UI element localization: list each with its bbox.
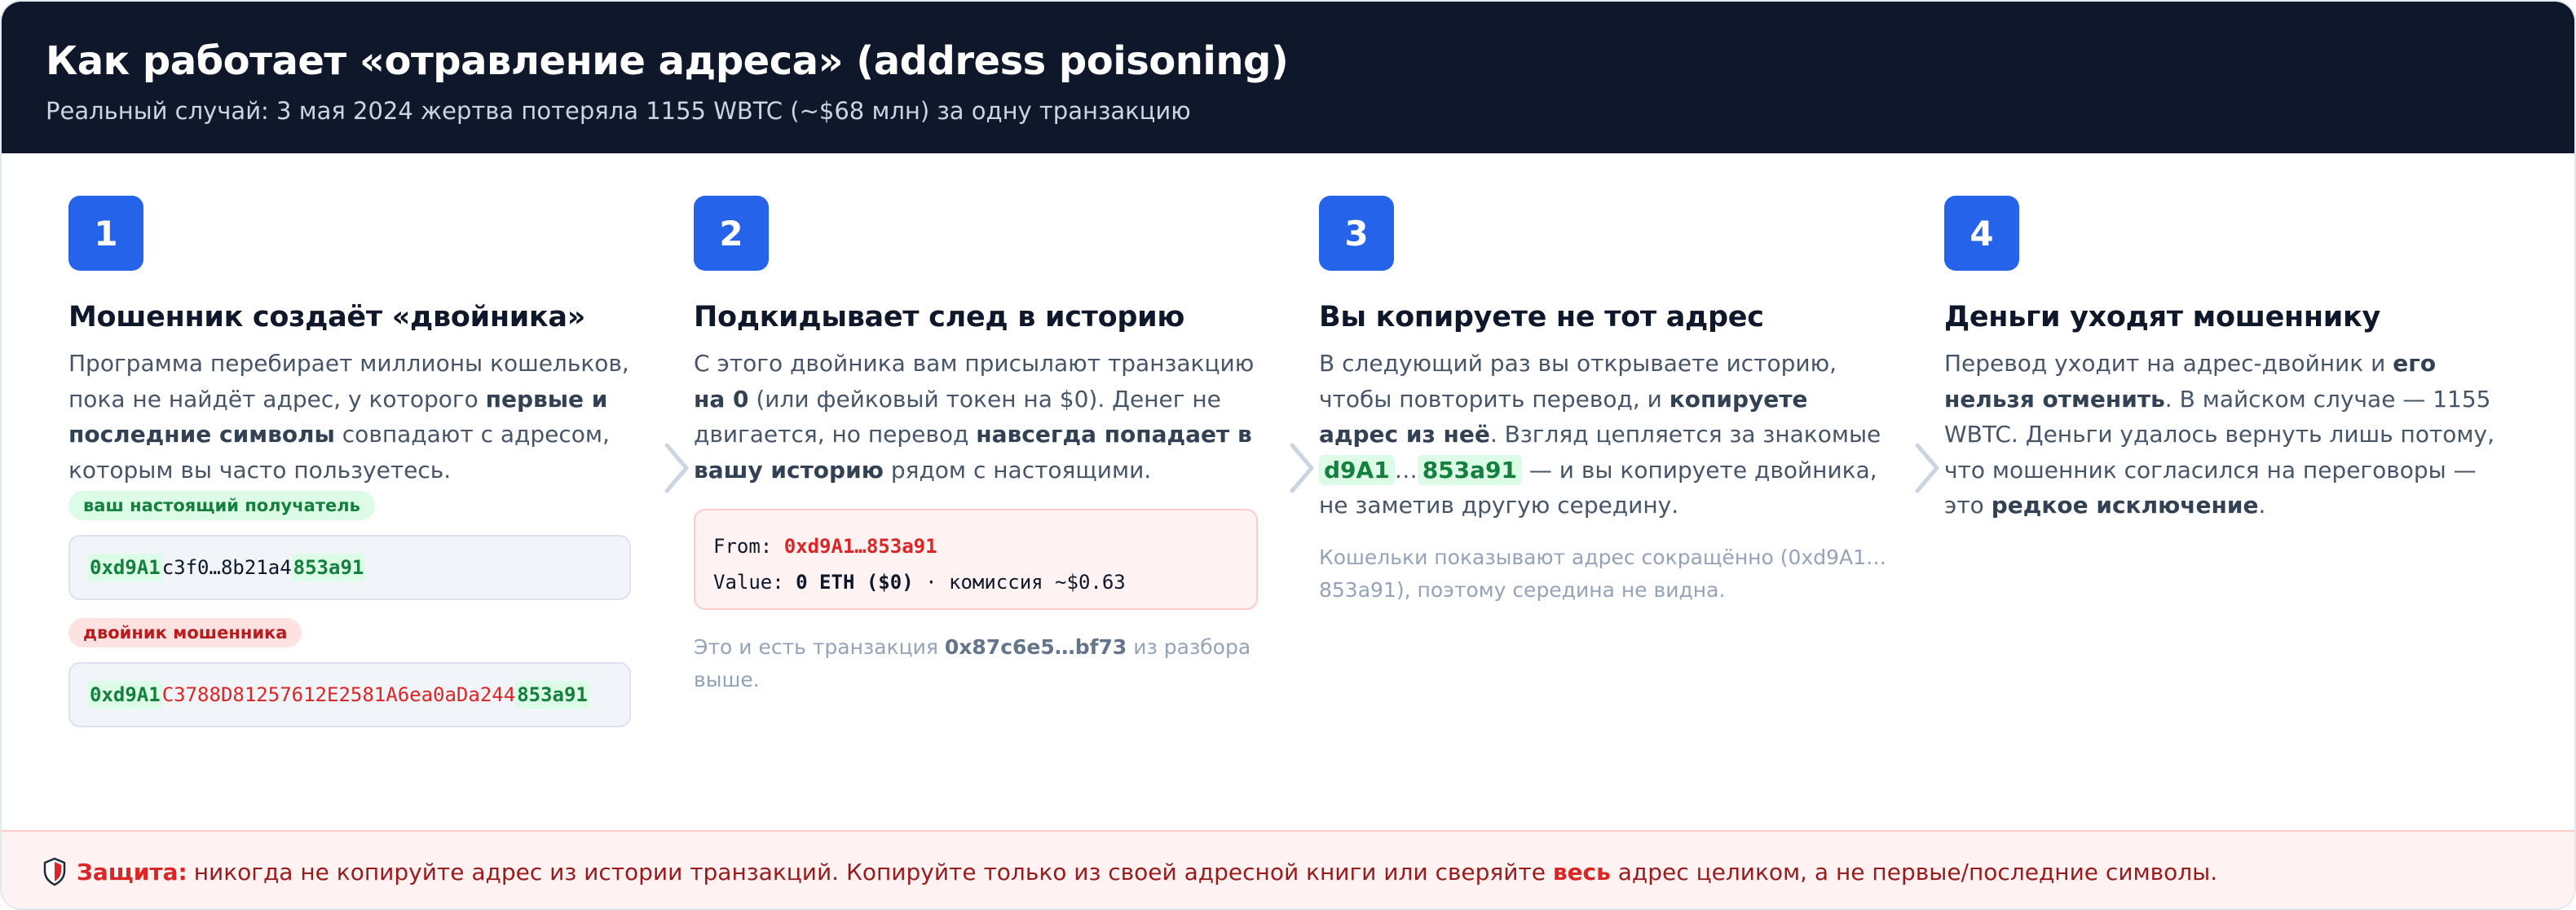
step-note: Кошельки показывают адрес сокращённо (0x… — [1319, 545, 1886, 602]
scammer-twin-tag: двойник мошенника — [68, 618, 302, 647]
step-title: Вы копируете не тот адрес — [1319, 301, 1764, 334]
step-number: 4 — [1944, 196, 2019, 271]
header: Как работает «отравление адреса» (addres… — [2, 2, 2574, 153]
address-prefix: 0xd9A1 — [88, 681, 162, 709]
step-1: 1 Мошенник создаёт «двойника» Программа … — [68, 196, 639, 727]
address-end-chip: 853a91 — [1417, 454, 1522, 485]
step-number: 3 — [1319, 196, 1394, 271]
address-prefix: 0xd9A1 — [88, 554, 162, 581]
address-middle: c3f0…8b21a4 — [161, 556, 292, 579]
tx-value-line: Value: 0 ETH ($0) · комиссия ~$0.63 — [713, 571, 1126, 594]
shield-icon — [43, 857, 66, 886]
step-number: 2 — [694, 196, 769, 271]
chevron-right-icon — [1915, 443, 1939, 493]
step-note: Это и есть транзакция 0x87c6e5…bf73 из р… — [694, 635, 1251, 691]
page-title: Как работает «отравление адреса» (addres… — [46, 38, 1289, 84]
step-2: 2 Подкидывает след в историю С этого дво… — [694, 196, 1264, 696]
protection-text: никогда не копируйте адрес из истории тр… — [193, 858, 2218, 886]
step-title: Деньги уходят мошеннику — [1944, 301, 2380, 334]
step-title: Подкидывает след в историю — [694, 301, 1185, 334]
steps-row: 1 Мошенник создаёт «двойника» Программа … — [2, 153, 2574, 830]
step-description: Программа перебирает миллионы кошельков,… — [68, 350, 629, 484]
infographic-card: Как работает «отравление адреса» (addres… — [0, 0, 2576, 910]
address-start-chip: d9A1 — [1319, 454, 1395, 485]
step-title: Мошенник создаёт «двойника» — [68, 301, 586, 334]
step-4: 4 Деньги уходят мошеннику Перевод уходит… — [1944, 196, 2515, 523]
fake-address-box: 0xd9A1 C3788D81257612E2581A6ea0aDa244 853a… — [68, 662, 631, 727]
step-3: 3 Вы копируете не тот адрес В следующий … — [1319, 196, 1890, 607]
page-subtitle: Реальный случай: 3 мая 2024 жертва потер… — [46, 97, 1191, 125]
chevron-right-icon — [664, 443, 689, 493]
chevron-right-icon — [1290, 443, 1314, 493]
address-suffix: 853a91 — [291, 554, 366, 581]
address-suffix: 853a91 — [515, 681, 589, 709]
step-number: 1 — [68, 196, 143, 271]
real-address-box: 0xd9A1 c3f0…8b21a4 853a91 — [68, 535, 631, 600]
step-description: Перевод уходит на адрес-двойник и его не… — [1944, 350, 2495, 519]
real-recipient-tag: ваш настоящий получатель — [68, 491, 375, 520]
address-middle: C3788D81257612E2581A6ea0aDa244 — [161, 683, 516, 706]
step-description: В следующий раз вы открываете историю, ч… — [1319, 350, 1881, 519]
protection-banner: Защита: никогда не копируйте адрес из ис… — [2, 830, 2574, 908]
step-description: С этого двойника вам присылают транзакци… — [694, 350, 1255, 484]
transaction-preview: From: 0xd9A1…853a91 Value: 0 ETH ($0) · … — [694, 509, 1258, 610]
protection-label: Защита: — [77, 858, 187, 886]
tx-from-line: From: 0xd9A1…853a91 — [713, 535, 937, 558]
